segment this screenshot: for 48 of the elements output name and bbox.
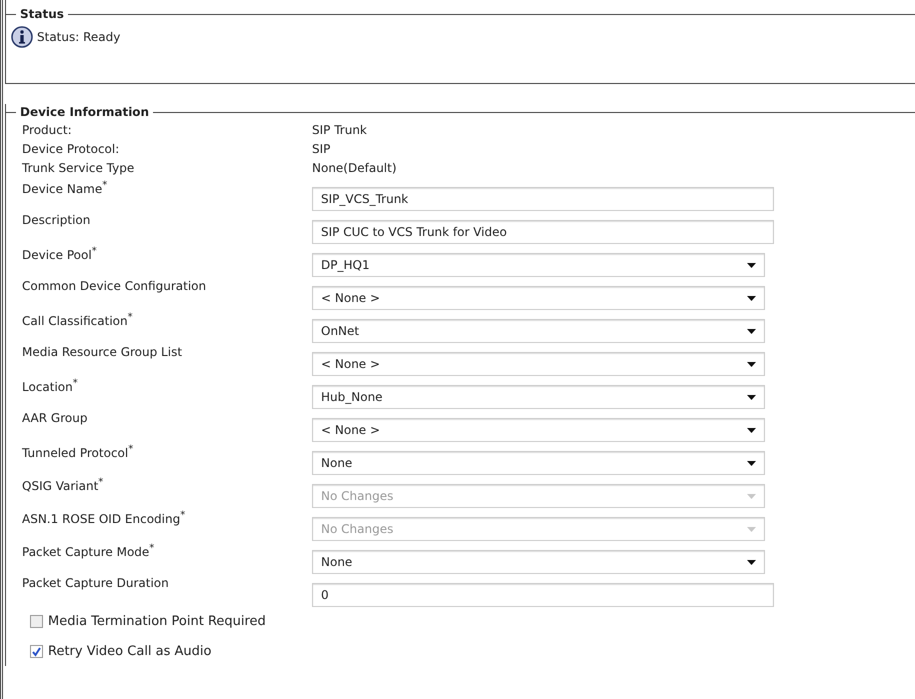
field-label: Trunk Service Type	[21, 160, 136, 174]
field-label: Packet Capture Mode$^{*}$	[21, 542, 156, 559]
checkbox[interactable]	[30, 644, 43, 658]
field-label: QSIG Variant$^{*}$	[21, 476, 104, 493]
field-label: AAR Group	[21, 410, 88, 425]
caret-icon	[747, 328, 756, 334]
field-value: SIP Trunk	[312, 122, 367, 136]
status-message: Status: Ready	[37, 30, 120, 44]
dropdown[interactable]: None	[312, 550, 765, 574]
field-value: None(Default)	[312, 160, 397, 174]
field-label: Tunneled Protocol$^{*}$	[21, 443, 134, 460]
text-field[interactable]: 0	[312, 583, 774, 607]
dropdown[interactable]: < None >	[312, 286, 765, 310]
caret-icon	[747, 526, 756, 532]
field-label: Call Classification$^{*}$	[21, 311, 134, 328]
text-field[interactable]: SIP CUC to VCS Trunk for Video	[312, 220, 774, 244]
field-label: Device Pool$^{*}$	[21, 245, 98, 262]
caret-icon	[747, 296, 756, 300]
caret-icon	[747, 362, 756, 366]
dropdown[interactable]: < None >	[312, 352, 765, 376]
text-field[interactable]: SIP_VCS_Trunk	[312, 187, 774, 211]
field-label: Device Name$^{*}$	[21, 179, 108, 196]
dropdown[interactable]: Hub_None	[312, 385, 765, 409]
section-title: Device Information	[19, 105, 150, 119]
field-value: SIP	[312, 142, 330, 156]
field-label: Media Resource Group List	[21, 344, 184, 359]
caret-icon	[747, 460, 756, 466]
dropdown[interactable]: OnNet	[312, 319, 765, 343]
caret-icon	[747, 560, 756, 564]
section-title: Status	[19, 7, 65, 21]
field-label: Device Protocol:	[21, 142, 120, 156]
field-label: Common Device Configuration	[21, 278, 208, 293]
caret-icon	[747, 428, 756, 432]
field-label: Location$^{*}$	[21, 377, 79, 394]
checkbox-label: Retry Video Call as Audio	[48, 644, 212, 658]
caret-icon	[747, 494, 756, 498]
caret-icon	[747, 262, 756, 268]
checkbox[interactable]	[30, 614, 43, 628]
dropdown[interactable]: < None >	[312, 418, 765, 442]
field-label: Packet Capture Duration	[21, 575, 170, 590]
field-label: Product:	[21, 122, 73, 136]
info-icon	[11, 26, 33, 48]
field-label: Description	[21, 212, 92, 227]
dropdown[interactable]: DP_HQ1	[312, 253, 765, 277]
field-label: ASN.1 ROSE OID Encoding$^{*}$	[21, 509, 186, 526]
caret-icon	[747, 394, 756, 400]
dropdown[interactable]: None	[312, 451, 765, 475]
checkbox-label: Media Termination Point Required	[48, 614, 266, 628]
